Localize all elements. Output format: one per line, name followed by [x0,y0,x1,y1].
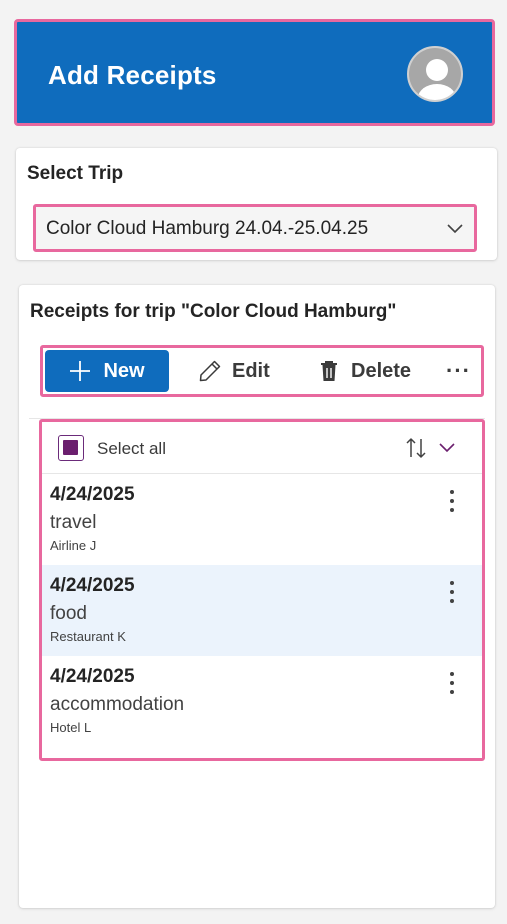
more-vertical-icon[interactable] [442,579,462,605]
receipts-list: Select all 4/24/2025 travel Airline J 4/… [39,419,485,761]
avatar[interactable] [407,46,463,102]
receipt-vendor: Restaurant K [50,629,126,644]
new-button[interactable]: New [45,350,169,392]
receipts-card: Receipts for trip "Color Cloud Hamburg" … [19,285,495,908]
receipt-vendor: Airline J [50,538,97,553]
list-item[interactable]: 4/24/2025 travel Airline J [42,474,482,565]
receipts-title: Receipts for trip "Color Cloud Hamburg" [30,301,397,322]
page-title: Add Receipts [48,60,217,90]
checkbox-indicator [63,440,78,455]
sort-icon[interactable] [404,436,428,460]
trip-dropdown[interactable]: Color Cloud Hamburg 24.04.-25.04.25 [33,204,477,252]
receipt-vendor: Hotel L [50,720,92,735]
new-button-label: New [103,359,145,382]
list-item[interactable]: 4/24/2025 food Restaurant K [42,565,482,656]
receipt-date: 4/24/2025 [50,666,135,687]
app-header: Add Receipts [14,19,495,126]
more-icon: ··· [446,358,471,383]
trip-dropdown-value: Color Cloud Hamburg 24.04.-25.04.25 [46,218,369,239]
receipt-date: 4/24/2025 [50,575,135,596]
select-all-row: Select all [42,422,482,474]
select-all-checkbox[interactable] [58,435,84,461]
more-options-button[interactable]: ··· [446,350,471,392]
more-vertical-icon[interactable] [442,670,462,696]
edit-button[interactable]: Edit [198,350,270,392]
pencil-icon [199,360,221,382]
chevron-down-icon[interactable] [438,439,456,457]
more-vertical-icon[interactable] [442,488,462,514]
chevron-down-icon [447,224,463,234]
list-item[interactable]: 4/24/2025 accommodation Hotel L [42,656,482,747]
trip-selector-label: Select Trip [27,163,124,184]
trash-icon [321,361,337,381]
select-all-label: Select all [97,439,166,458]
delete-button-label: Delete [351,359,412,382]
edit-button-label: Edit [232,359,270,382]
receipt-category: food [50,603,87,624]
plus-icon [70,361,91,381]
trip-selector-card: Select Trip Color Cloud Hamburg 24.04.-2… [16,148,497,260]
receipt-date: 4/24/2025 [50,484,135,505]
delete-button[interactable]: Delete [317,350,411,392]
receipts-toolbar: New Edit Delete ··· [40,345,484,397]
receipt-category: accommodation [50,694,185,715]
receipt-category: travel [50,512,97,533]
person-icon [409,48,461,100]
